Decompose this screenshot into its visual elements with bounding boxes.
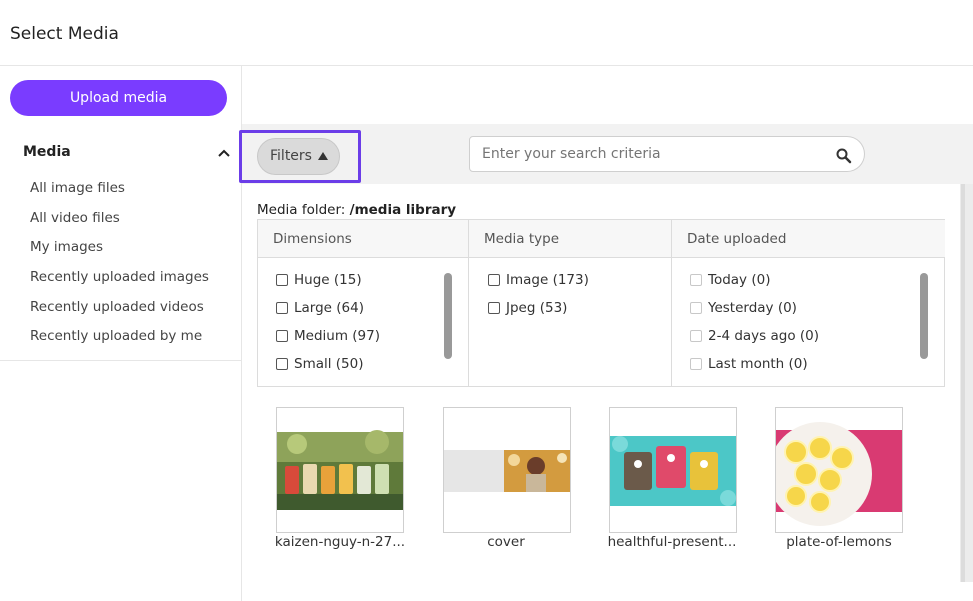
- filter-option-small[interactable]: Small (50): [276, 356, 468, 384]
- image-thumbnail: [610, 436, 736, 506]
- filter-column-dimensions: Dimensions Huge (15) Large (64) Medium (…: [258, 220, 469, 386]
- filter-option-2-4-days[interactable]: 2-4 days ago (0): [690, 328, 945, 356]
- filters-highlight: [239, 130, 361, 183]
- checkbox-icon[interactable]: [690, 358, 702, 370]
- filter-option-medium[interactable]: Medium (97): [276, 328, 468, 356]
- filter-scrollbar[interactable]: [920, 273, 928, 359]
- image-thumbnail: [444, 450, 570, 492]
- filter-header-media-type: Media type: [469, 220, 671, 258]
- checkbox-icon[interactable]: [690, 330, 702, 342]
- filter-option-jpeg[interactable]: Jpeg (53): [488, 300, 671, 328]
- sidebar-item-recent-videos[interactable]: Recently uploaded videos: [30, 297, 209, 327]
- media-section-title: Media: [23, 144, 71, 160]
- filter-option-image[interactable]: Image (173): [488, 272, 671, 300]
- sidebar-divider: [0, 360, 242, 361]
- filter-header-dimensions: Dimensions: [258, 220, 468, 258]
- checkbox-icon[interactable]: [690, 274, 702, 286]
- checkbox-icon[interactable]: [276, 274, 288, 286]
- search-input[interactable]: [469, 136, 824, 172]
- filter-table: Dimensions Huge (15) Large (64) Medium (…: [257, 219, 945, 387]
- checkbox-icon[interactable]: [488, 274, 500, 286]
- checkbox-icon[interactable]: [276, 358, 288, 370]
- filter-scrollbar[interactable]: [444, 273, 452, 359]
- filter-option-today[interactable]: Today (0): [690, 272, 945, 300]
- sidebar-item-recent-images[interactable]: Recently uploaded images: [30, 267, 209, 297]
- media-label: kaizen-nguy-n-27...: [274, 534, 406, 550]
- checkbox-icon[interactable]: [488, 302, 500, 314]
- upload-media-button[interactable]: Upload media: [10, 80, 227, 116]
- checkbox-icon[interactable]: [276, 330, 288, 342]
- dialog-header: Select Media: [0, 0, 973, 66]
- sidebar: Upload media Media All image files All v…: [0, 66, 242, 601]
- filter-option-yesterday[interactable]: Yesterday (0): [690, 300, 945, 328]
- filter-option-large[interactable]: Large (64): [276, 300, 468, 328]
- media-label: healthful-present...: [607, 534, 737, 550]
- filter-column-date-uploaded: Date uploaded Today (0) Yesterday (0) 2-…: [672, 220, 945, 386]
- media-folder-path: Media folder: /media library: [257, 202, 456, 218]
- filter-option-last-month[interactable]: Last month (0): [690, 356, 945, 384]
- checkbox-icon[interactable]: [276, 302, 288, 314]
- media-thumbnail[interactable]: [276, 407, 404, 533]
- main-panel: Filters Media folder: /media library Dim…: [239, 66, 973, 601]
- media-thumbnail[interactable]: [609, 407, 737, 533]
- search-button[interactable]: [823, 136, 865, 172]
- media-thumbnail[interactable]: [443, 407, 571, 533]
- media-thumbnail[interactable]: [775, 407, 903, 533]
- sidebar-item-my-images[interactable]: My images: [30, 237, 209, 267]
- media-label: plate-of-lemons: [786, 534, 892, 550]
- filter-column-media-type: Media type Image (173) Jpeg (53): [469, 220, 672, 386]
- search-icon: [836, 148, 852, 164]
- folder-path: /media library: [349, 202, 457, 218]
- media-nav-list: All image files All video files My image…: [30, 178, 209, 356]
- sidebar-item-all-image-files[interactable]: All image files: [30, 178, 209, 208]
- media-label: cover: [487, 534, 525, 550]
- dialog-title: Select Media: [10, 24, 119, 44]
- vertical-scrollbar[interactable]: [960, 184, 973, 582]
- image-thumbnail: [277, 430, 403, 510]
- sidebar-item-all-video-files[interactable]: All video files: [30, 208, 209, 238]
- chevron-up-icon[interactable]: [214, 144, 234, 162]
- filter-option-huge[interactable]: Huge (15): [276, 272, 468, 300]
- filter-header-date-uploaded: Date uploaded: [672, 220, 945, 258]
- sidebar-item-recent-by-me[interactable]: Recently uploaded by me: [30, 326, 209, 356]
- folder-prefix: Media folder:: [257, 202, 350, 218]
- checkbox-icon[interactable]: [690, 302, 702, 314]
- image-thumbnail: [776, 422, 902, 526]
